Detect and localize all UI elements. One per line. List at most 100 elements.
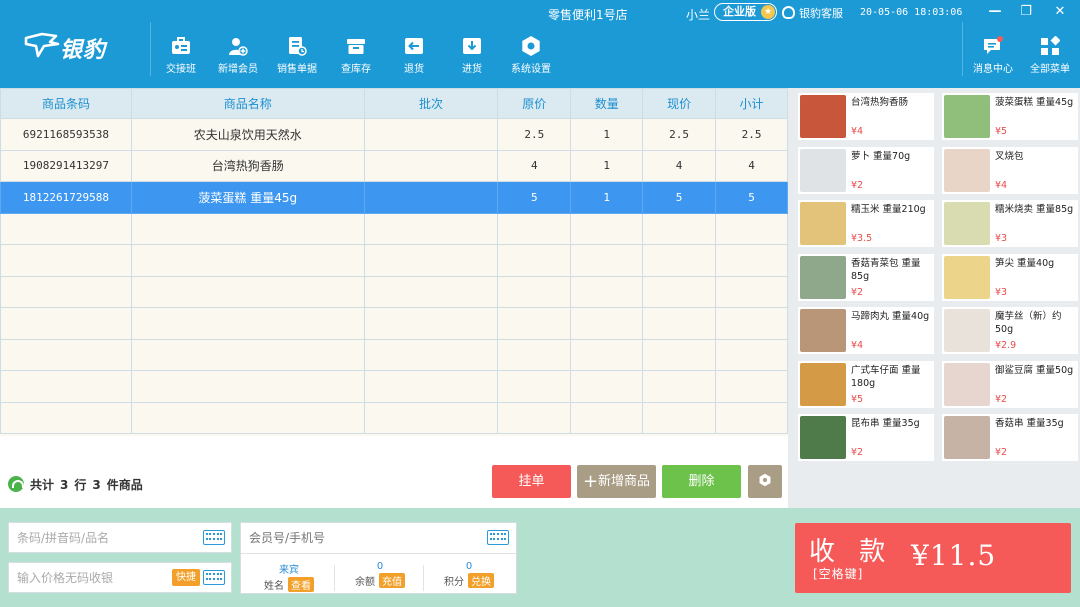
empty-table-row[interactable] <box>0 338 788 371</box>
product-image <box>800 416 846 459</box>
product-name: 叉烧包 <box>995 150 1024 162</box>
product-tile[interactable]: 香菇串 重量35g ¥2 <box>942 414 1078 461</box>
table-cell: 2.5 <box>715 118 788 151</box>
column-header[interactable]: 商品条码 <box>0 88 132 119</box>
keyboard-icon[interactable] <box>203 530 225 545</box>
recharge-button[interactable]: 充值 <box>379 573 405 588</box>
table-cell <box>570 338 644 371</box>
product-price: ¥2 <box>851 179 864 191</box>
redeem-button[interactable]: 兑换 <box>468 573 494 588</box>
leopard-logo-icon[interactable] <box>22 30 62 60</box>
cart-table-area: 商品条码 商品名称 批次 原价 数量 现价 小计 6921168593538 农夫… <box>0 88 788 436</box>
empty-table-row[interactable] <box>0 401 788 434</box>
product-tile[interactable]: 香菇青菜包 重量85g ¥2 <box>798 253 934 301</box>
empty-table-row[interactable] <box>0 212 788 245</box>
table-cell <box>497 275 572 308</box>
product-tile[interactable]: 魔芋丝（新）约50g ¥2.9 <box>942 307 1078 354</box>
toolbar-add-member[interactable]: 新增会员 <box>217 36 259 78</box>
product-tile[interactable]: 御鲨豆腐 重量50g ¥2 <box>942 360 1078 408</box>
table-cell <box>363 401 499 434</box>
column-header[interactable]: 数量 <box>570 88 644 119</box>
product-name: 昆布串 重量35g <box>851 418 920 429</box>
product-tile[interactable]: 糯玉米 重量210g ¥3.5 <box>798 200 934 247</box>
checkout-button[interactable]: 收 款 [空格键] ¥11.5 <box>795 523 1071 593</box>
member-panel: 来宾 姓名查看 0 余额充值 0 积分兑换 <box>240 522 517 594</box>
empty-table-row[interactable] <box>0 307 788 340</box>
toolbar-message-center[interactable]: 消息中心 <box>972 36 1014 78</box>
table-cell <box>570 401 644 434</box>
toolbar-label: 系统设置 <box>511 64 551 75</box>
empty-table-row[interactable] <box>0 244 788 277</box>
hold-order-button[interactable]: 挂单 <box>492 465 571 498</box>
member-balance-value: 0 <box>376 561 384 572</box>
table-cell <box>715 338 788 371</box>
close-icon[interactable]: ✕ <box>1050 3 1070 21</box>
product-price: ¥3.5 <box>851 233 873 244</box>
product-tile[interactable]: 马蹄肉丸 重量40g ¥4 <box>798 307 934 354</box>
column-header[interactable]: 原价 <box>497 88 572 119</box>
headset-icon <box>782 6 795 19</box>
add-product-button[interactable]: +新增商品 <box>577 465 656 498</box>
product-tile[interactable]: 糯米烧卖 重量85g ¥3 <box>942 200 1078 247</box>
minimize-icon[interactable]: — <box>985 3 1005 21</box>
toolbar-check-inventory[interactable]: 查库存 <box>340 36 372 78</box>
add-product-label: 新增商品 <box>598 474 651 489</box>
product-price: ¥4 <box>995 179 1008 191</box>
delete-button[interactable]: 删除 <box>662 465 741 498</box>
product-tile[interactable]: 萝卜 重量70g ¥2 <box>798 146 934 194</box>
table-cell <box>642 370 717 403</box>
table-cell: 4 <box>497 149 572 182</box>
empty-table-row[interactable] <box>0 275 788 308</box>
column-header[interactable]: 商品名称 <box>130 88 365 119</box>
shift-handover-icon <box>172 37 190 54</box>
member-balance-label: 余额 <box>355 577 375 588</box>
toolbar-shift-handover[interactable]: 交接班 <box>163 36 199 78</box>
toolbar-all-menu[interactable]: 全部菜单 <box>1029 36 1071 78</box>
toolbar-sales-receipts[interactable]: 销售单据 <box>276 36 318 78</box>
table-cell <box>497 307 572 340</box>
table-row[interactable]: 1812261729588 菠菜蛋糕 重量45g 5 1 5 5 <box>0 181 788 214</box>
product-tile[interactable]: 台湾热狗香肠 ¥4 <box>798 93 934 140</box>
column-header[interactable]: 现价 <box>642 88 717 119</box>
table-cell: 5 <box>497 181 572 214</box>
column-header[interactable]: 小计 <box>715 88 788 119</box>
column-header[interactable]: 批次 <box>363 88 499 119</box>
product-price: ¥2 <box>851 286 864 298</box>
keyboard-icon[interactable] <box>203 570 225 585</box>
member-input[interactable] <box>241 523 481 553</box>
barcode-input[interactable] <box>9 523 231 552</box>
table-cell <box>363 275 499 308</box>
empty-table-row[interactable] <box>0 370 788 403</box>
keyboard-icon[interactable] <box>487 530 509 545</box>
table-cell <box>363 338 499 371</box>
table-header-row: 商品条码 商品名称 批次 原价 数量 现价 小计 <box>0 88 788 119</box>
table-row[interactable]: 1908291413297 台湾热狗香肠 4 1 4 4 <box>0 149 788 182</box>
product-name: 菠菜蛋糕 重量45g <box>995 97 1074 108</box>
table-row[interactable]: 6921168593538 农夫山泉饮用天然水 2.5 1 2.5 2.5 <box>0 118 788 151</box>
toolbar-label: 进货 <box>462 64 482 75</box>
toolbar-purchase[interactable]: 进货 <box>458 36 486 78</box>
view-member-button[interactable]: 查看 <box>288 577 314 592</box>
customer-service-link[interactable]: 银豹客服 <box>782 5 843 21</box>
user-name[interactable]: 小兰 <box>686 6 710 23</box>
cart-settings-button[interactable] <box>748 465 782 498</box>
restore-icon[interactable]: ❐ <box>1016 3 1036 21</box>
product-tile[interactable]: 菠菜蛋糕 重量45g ¥5 <box>942 93 1078 140</box>
table-cell <box>497 401 572 434</box>
product-tile[interactable]: 昆布串 重量35g ¥2 <box>798 414 934 461</box>
table-cell <box>715 244 788 277</box>
product-price: ¥5 <box>851 393 864 405</box>
table-cell: 4 <box>642 149 717 182</box>
quick-button[interactable]: 快捷 <box>172 569 200 586</box>
table-cell: 1812261729588 <box>0 181 132 214</box>
plus-icon: + <box>582 471 599 492</box>
product-tile[interactable]: 广式车仔面 重量180g ¥5 <box>798 360 934 408</box>
inventory-box-icon <box>347 39 365 54</box>
toolbar-return[interactable]: 退货 <box>400 36 428 78</box>
product-tile[interactable]: 叉烧包 ¥4 <box>942 146 1078 194</box>
product-name: 萝卜 重量70g <box>851 150 911 162</box>
toolbar-system-settings[interactable]: 系统设置 <box>510 36 552 78</box>
product-image <box>800 309 846 352</box>
table-cell <box>363 370 499 403</box>
product-tile[interactable]: 笋尖 重量40g ¥3 <box>942 253 1078 301</box>
